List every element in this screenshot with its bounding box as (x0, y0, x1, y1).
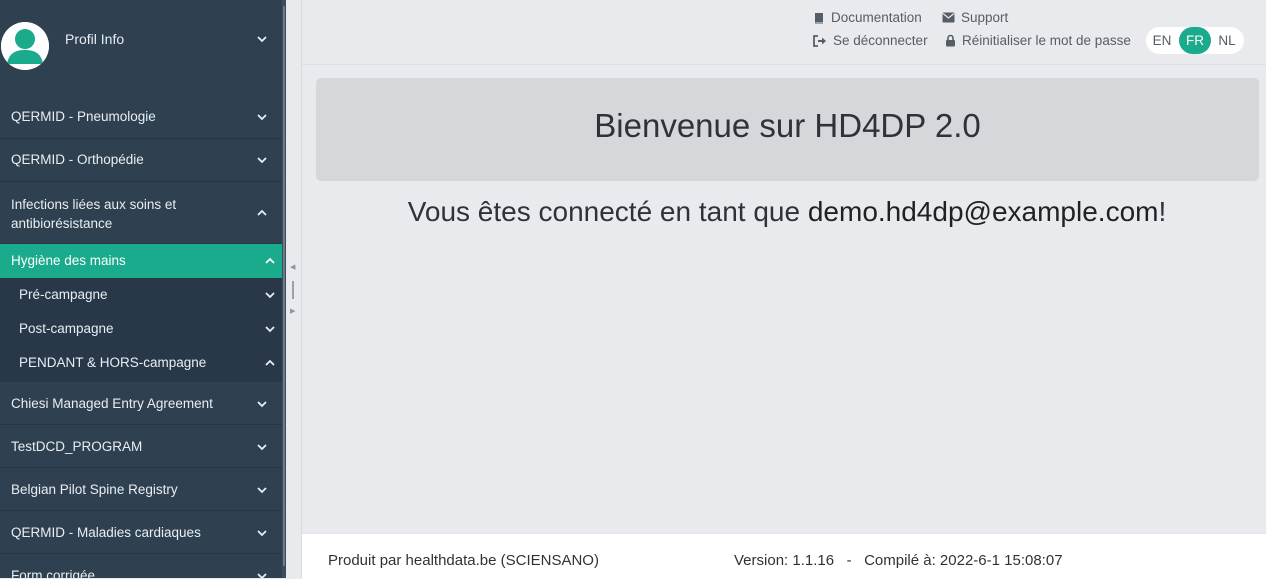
sidebar-item-infections[interactable]: Infections liées aux soins et antibiorés… (0, 182, 282, 244)
sidebar-item-label: QERMID - Maladies cardiaques (11, 525, 201, 540)
sidebar-item-label: Chiesi Managed Entry Agreement (11, 396, 213, 411)
documentation-link[interactable]: Documentation (813, 10, 922, 25)
chevron-down-icon (257, 444, 267, 451)
user-icon (1, 22, 49, 70)
footer-version: Version: 1.1.16 - Compilé à: 2022-6-1 15… (734, 552, 1063, 569)
sidebar-item-qermid-cardiaques[interactable]: QERMID - Maladies cardiaques (0, 511, 282, 554)
sidebar-item-label: TestDCD_PROGRAM (11, 439, 143, 454)
sidebar-item-label: Hygiène des mains (11, 253, 126, 268)
chevron-down-icon (265, 326, 275, 333)
sidebar-item-label-line1: Infections liées aux soins et (11, 197, 177, 212)
support-link[interactable]: Support (942, 10, 1008, 25)
logout-label: Se déconnecter (833, 33, 928, 48)
sidebar-subitem-label: Pré-campagne (19, 287, 108, 302)
lang-fr-button[interactable]: FR (1179, 27, 1211, 54)
support-label: Support (961, 10, 1009, 25)
connected-suffix: ! (1158, 196, 1167, 227)
chevron-down-icon (257, 36, 267, 43)
splitter-handle[interactable] (292, 281, 294, 299)
sidebar-item-label: Form corrigée (11, 568, 96, 578)
sidebar-subitem-pre-campagne[interactable]: Pré-campagne (0, 278, 282, 312)
chevron-down-icon (265, 292, 275, 299)
user-email: demo.hd4dp@example.com (807, 196, 1159, 227)
sidebar-item-label: Infections liées aux soins et antibiorés… (11, 195, 176, 233)
sidebar-subitem-label: PENDANT & HORS-campagne (19, 355, 207, 370)
documentation-label: Documentation (831, 10, 922, 25)
chevron-up-icon (265, 359, 275, 366)
sidebar-item-label: QERMID - Pneumologie (11, 109, 156, 124)
logout-link[interactable]: Se déconnecter (813, 33, 928, 48)
sidebar-item-label-line2: antibiorésistance (11, 216, 113, 231)
connected-prefix: Vous êtes connecté en tant que (407, 196, 808, 227)
connected-message: Vous êtes connecté en tant que demo.hd4d… (302, 196, 1266, 228)
lock-icon (946, 34, 955, 47)
chevron-down-icon (257, 157, 267, 164)
footer-produced-by: Produit par healthdata.be (SCIENSANO) (328, 552, 599, 569)
collapse-left-icon[interactable]: ◀ (290, 263, 295, 271)
chevron-down-icon (257, 530, 267, 537)
envelope-icon (942, 12, 955, 23)
sidebar: Profil Info QERMID - Pneumologie QERMID … (0, 0, 286, 578)
language-switcher: EN FR NL (1146, 27, 1244, 54)
sidebar-item-label: QERMID - Orthopédie (11, 152, 144, 167)
lang-nl-button[interactable]: NL (1211, 27, 1243, 54)
chevron-down-icon (257, 401, 267, 408)
chevron-up-icon (257, 209, 267, 216)
chevron-down-icon (257, 573, 267, 578)
sidebar-item-qermid-orthopedie[interactable]: QERMID - Orthopédie (0, 139, 282, 182)
lang-en-button[interactable]: EN (1146, 27, 1178, 54)
chevron-down-icon (257, 114, 267, 121)
chevron-up-icon (265, 257, 275, 264)
sign-out-icon (813, 34, 826, 47)
sidebar-splitter[interactable]: ◀ ▶ (286, 0, 302, 578)
sidebar-scrollbar-thumb[interactable] (283, 6, 285, 566)
sidebar-item-belgian-pilot-spine[interactable]: Belgian Pilot Spine Registry (0, 468, 282, 511)
sidebar-item-hygiene-des-mains[interactable]: Hygiène des mains (0, 244, 282, 278)
book-icon (815, 12, 823, 23)
avatar (1, 22, 49, 70)
reset-password-label: Réinitialiser le mot de passe (962, 33, 1131, 48)
sidebar-subitem-pendant-hors-campagne[interactable]: PENDANT & HORS-campagne (0, 346, 282, 382)
profile-section[interactable]: Profil Info (0, 0, 282, 95)
sidebar-item-chiesi[interactable]: Chiesi Managed Entry Agreement (0, 382, 282, 425)
welcome-banner: Bienvenue sur HD4DP 2.0 (316, 78, 1259, 181)
sidebar-item-form-corrigee[interactable]: Form corrigée (0, 554, 282, 578)
chevron-down-icon (257, 487, 267, 494)
sidebar-subitem-post-campagne[interactable]: Post-campagne (0, 312, 282, 346)
footer: Produit par healthdata.be (SCIENSANO) Ve… (302, 533, 1266, 579)
reset-password-link[interactable]: Réinitialiser le mot de passe (945, 33, 1131, 48)
welcome-title: Bienvenue sur HD4DP 2.0 (594, 107, 981, 144)
sidebar-subitem-label: Post-campagne (19, 321, 114, 336)
expand-right-icon[interactable]: ▶ (290, 307, 295, 315)
sidebar-item-label: Belgian Pilot Spine Registry (11, 482, 178, 497)
profile-label: Profil Info (65, 31, 125, 47)
sidebar-item-qermid-pneumologie[interactable]: QERMID - Pneumologie (0, 96, 282, 139)
sidebar-item-testdcd-program[interactable]: TestDCD_PROGRAM (0, 425, 282, 468)
